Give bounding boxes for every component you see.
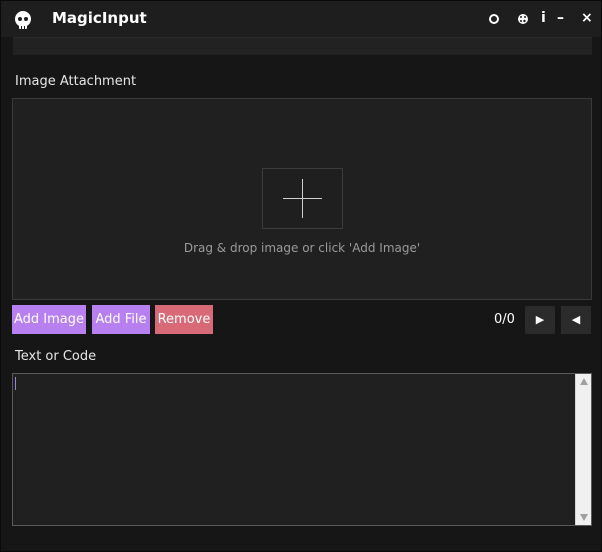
scroll-down-icon[interactable]: [579, 512, 589, 522]
text-scrollbar[interactable]: [575, 374, 591, 525]
plus-icon: [283, 179, 322, 218]
text-code-input[interactable]: [13, 374, 575, 525]
prev-image-button[interactable]: ◀: [561, 306, 591, 334]
info-button[interactable]: i: [541, 9, 546, 27]
add-image-placeholder[interactable]: [262, 168, 343, 229]
remove-button[interactable]: Remove: [155, 305, 213, 334]
add-file-button[interactable]: Add File: [92, 305, 150, 334]
scroll-up-icon[interactable]: [579, 377, 589, 387]
drop-hint-text: Drag & drop image or click 'Add Image': [183, 241, 421, 255]
circle-icon[interactable]: [486, 11, 502, 27]
text-code-box: [12, 373, 592, 526]
add-image-button[interactable]: Add Image: [12, 305, 86, 334]
app-window: MagicInput i – × Image Attachment Drag &…: [0, 0, 602, 552]
palette-icon[interactable]: [515, 11, 531, 27]
image-counter: 0/0: [494, 312, 515, 327]
title-bar[interactable]: MagicInput i – ×: [1, 1, 601, 37]
minimize-button[interactable]: –: [557, 9, 564, 27]
next-image-button[interactable]: ▶: [525, 306, 555, 334]
toolbar-strip: [13, 37, 592, 55]
image-attachment-label: Image Attachment: [15, 74, 137, 89]
image-drop-zone[interactable]: Drag & drop image or click 'Add Image': [12, 98, 592, 300]
text-or-code-label: Text or Code: [15, 349, 97, 364]
app-title: MagicInput: [52, 9, 147, 27]
text-caret: [15, 377, 16, 390]
skull-logo-icon: [15, 11, 31, 29]
close-button[interactable]: ×: [581, 9, 593, 27]
